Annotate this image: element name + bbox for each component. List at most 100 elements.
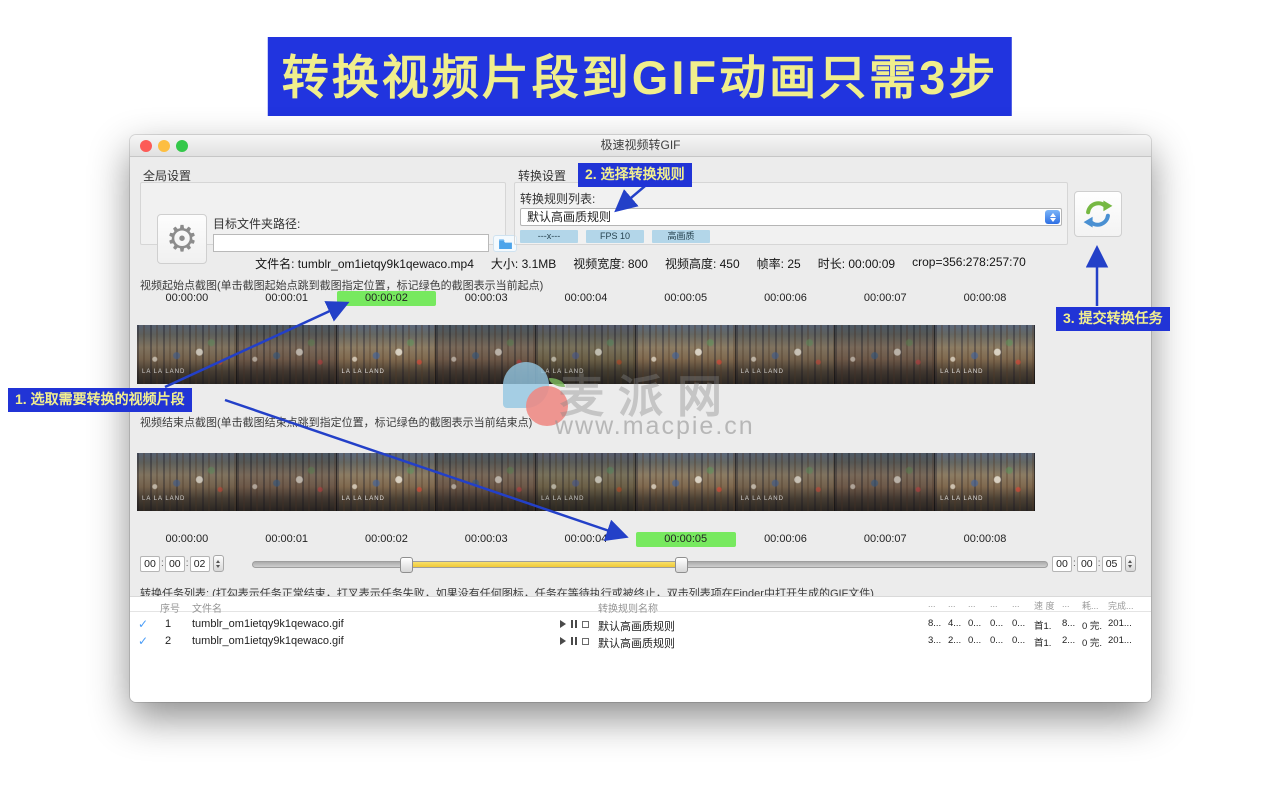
task-table-header: 序号 文件名 转换规则名称 ... ... ... ... ... 速 度 ..…: [130, 597, 1151, 612]
timestamp[interactable]: 00:00:00: [137, 291, 237, 306]
timestamp[interactable]: 00:00:08: [935, 532, 1035, 547]
end-hours-field[interactable]: 00: [1052, 556, 1072, 572]
stop-icon[interactable]: [582, 621, 589, 628]
task-success-check-icon: ✓: [138, 634, 148, 648]
stop-icon[interactable]: [582, 638, 589, 645]
range-slider-track[interactable]: [252, 561, 1048, 568]
video-frame[interactable]: [237, 325, 337, 384]
frame-caption: LA LA LAND: [142, 496, 185, 502]
file-info-fps: 帧率: 25: [757, 255, 801, 272]
timestamp[interactable]: 00:00:06: [736, 291, 836, 306]
timestamp[interactable]: 00:00:02: [337, 291, 437, 306]
submit-task-button[interactable]: [1074, 191, 1122, 237]
play-icon[interactable]: [560, 637, 566, 645]
start-filmstrip: LA LA LAND LA LA LAND LA LA LAND LA LA LAND…: [137, 325, 1035, 384]
timestamp[interactable]: 00:00:00: [137, 532, 237, 547]
timestamp[interactable]: 00:00:07: [835, 291, 935, 306]
start-timeline: 00:00:00 00:00:01 00:00:02 00:00:03 00:0…: [137, 291, 1035, 306]
frame-caption: LA LA LAND: [541, 496, 584, 502]
chevron-updown-icon[interactable]: [1045, 210, 1060, 224]
video-frame[interactable]: LA LA LAND: [337, 453, 437, 511]
range-slider-start-thumb[interactable]: [400, 557, 413, 573]
timestamp[interactable]: 00:00:05: [636, 532, 736, 547]
timestamp[interactable]: 00:00:01: [237, 532, 337, 547]
task-col: 0 完.: [1082, 618, 1105, 632]
annotation-step2: 2. 选择转换规则: [578, 163, 692, 187]
target-folder-input[interactable]: [213, 234, 489, 252]
video-frame[interactable]: LA LA LAND: [137, 325, 237, 384]
timestamp[interactable]: 00:00:07: [835, 532, 935, 547]
task-col: 0...: [990, 618, 1009, 632]
window-title: 极速视频转GIF: [130, 135, 1151, 156]
video-frame[interactable]: [835, 325, 935, 384]
video-frame[interactable]: [436, 325, 536, 384]
annotation-step1: 1. 选取需要转换的视频片段: [8, 388, 192, 412]
target-folder-label: 目标文件夹路径:: [213, 215, 300, 232]
minimize-window-button[interactable]: [158, 140, 170, 152]
timestamp[interactable]: 00:00:03: [436, 532, 536, 547]
start-minutes-field[interactable]: 00: [165, 556, 185, 572]
window-titlebar[interactable]: 极速视频转GIF: [130, 135, 1151, 157]
task-filename: tumblr_om1ietqy9k1qewaco.gif: [192, 618, 344, 630]
task-col: 0...: [968, 635, 987, 649]
video-frame[interactable]: LA LA LAND: [736, 325, 836, 384]
timestamp[interactable]: 00:00:05: [636, 291, 736, 306]
frame-caption: LA LA LAND: [741, 496, 784, 502]
timestamp[interactable]: 00:00:08: [935, 291, 1035, 306]
header-col: 耗...: [1082, 599, 1105, 612]
timestamp[interactable]: 00:00:04: [536, 532, 636, 547]
task-filename: tumblr_om1ietqy9k1qewaco.gif: [192, 635, 344, 647]
file-info-height: 视频高度: 450: [665, 255, 740, 272]
header-col: ...: [1012, 599, 1031, 612]
task-col: 0...: [1012, 635, 1031, 649]
window-content: 全局设置 ⚙ 目标文件夹路径: 转换设置 转换规则列表: 默认高画质规则 ---…: [130, 158, 1151, 702]
rule-tag-size: ---x---: [520, 230, 578, 243]
play-icon[interactable]: [560, 620, 566, 628]
pause-icon[interactable]: [571, 620, 577, 628]
header-col: ...: [928, 599, 945, 612]
task-controls: [560, 637, 589, 645]
zoom-window-button[interactable]: [176, 140, 188, 152]
close-window-button[interactable]: [140, 140, 152, 152]
video-frame[interactable]: LA LA LAND: [536, 325, 636, 384]
video-frame[interactable]: LA LA LAND: [137, 453, 237, 511]
task-controls: [560, 620, 589, 628]
task-row[interactable]: ✓ 1 tumblr_om1ietqy9k1qewaco.gif 默认高画质规则…: [130, 616, 1151, 633]
range-slider-end-thumb[interactable]: [675, 557, 688, 573]
start-seconds-field[interactable]: 02: [190, 556, 210, 572]
task-row[interactable]: ✓ 2 tumblr_om1ietqy9k1qewaco.gif 默认高画质规则…: [130, 633, 1151, 650]
header-extra-columns: ... ... ... ... ... 速 度 ... 耗... 完成...: [928, 599, 1142, 612]
task-extra-values: 8... 4... 0... 0... 0... 首1. 8... 0 完. 2…: [928, 618, 1142, 632]
video-frame[interactable]: [636, 325, 736, 384]
task-col: 8...: [1062, 618, 1079, 632]
timestamp[interactable]: 00:00:03: [436, 291, 536, 306]
video-frame[interactable]: [436, 453, 536, 511]
task-col: 0...: [990, 635, 1009, 649]
timestamp[interactable]: 00:00:06: [736, 532, 836, 547]
video-frame[interactable]: LA LA LAND: [935, 453, 1035, 511]
timestamp[interactable]: 00:00:01: [237, 291, 337, 306]
timestamp[interactable]: 00:00:02: [337, 532, 437, 547]
end-seconds-field[interactable]: 05: [1102, 556, 1122, 572]
time-separator: :: [186, 558, 189, 569]
rule-select[interactable]: 默认高画质规则: [520, 208, 1062, 226]
video-frame[interactable]: LA LA LAND: [337, 325, 437, 384]
task-col: 0...: [1012, 618, 1031, 632]
start-hours-field[interactable]: 00: [140, 556, 160, 572]
timestamp[interactable]: 00:00:04: [536, 291, 636, 306]
video-frame[interactable]: LA LA LAND: [536, 453, 636, 511]
video-frame[interactable]: LA LA LAND: [736, 453, 836, 511]
stepper-updown-icon[interactable]: [1125, 555, 1136, 572]
video-frame[interactable]: [835, 453, 935, 511]
pause-icon[interactable]: [571, 637, 577, 645]
end-minutes-field[interactable]: 00: [1077, 556, 1097, 572]
rule-tag-fps: FPS 10: [586, 230, 644, 243]
header-filename: 文件名: [192, 600, 222, 615]
video-frame[interactable]: LA LA LAND: [935, 325, 1035, 384]
video-frame[interactable]: [636, 453, 736, 511]
frame-caption: LA LA LAND: [142, 369, 185, 375]
video-frame[interactable]: [237, 453, 337, 511]
stepper-updown-icon[interactable]: [213, 555, 224, 572]
header-col: ...: [990, 599, 1009, 612]
header-col: 速 度: [1034, 599, 1059, 612]
